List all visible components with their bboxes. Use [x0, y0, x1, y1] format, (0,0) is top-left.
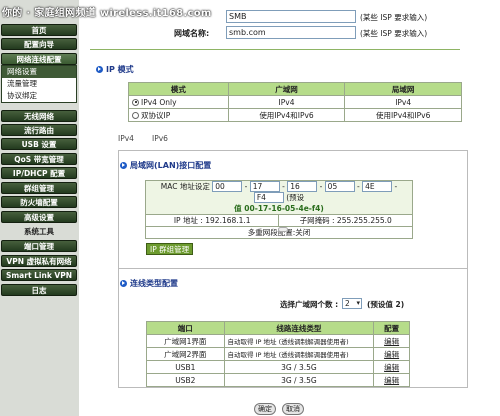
cancel-button[interactable]: 取消	[282, 403, 304, 415]
conn-type: 自动取得 IP 地址 (透线调制解调器使用者)	[223, 347, 375, 361]
subnet-mask-value: 255.255.255.0	[336, 216, 392, 225]
ip-address-label: IP 地址 :	[173, 216, 203, 225]
edit-link[interactable]: 编辑	[373, 360, 410, 374]
nav-home[interactable]: 首页	[1, 24, 77, 36]
ip-mode-col-wan: 广域网	[227, 82, 346, 96]
conn-type: 3G / 3.5G	[223, 373, 375, 387]
conn-type: 自动取得 IP 地址 (透线调制解调器使用者)	[223, 334, 375, 348]
table-row: USB2 3G / 3.5G 编辑	[146, 373, 410, 387]
tab-ipv6[interactable]: IPv6	[152, 134, 168, 143]
mac-input-5[interactable]: 4E	[362, 181, 393, 192]
ip-mode-row: IPv4 Only IPv4 IPv4	[128, 95, 462, 109]
host-name-hint: (某些 ISP 要求输入)	[360, 13, 428, 22]
edit-link[interactable]: 编辑	[373, 347, 410, 361]
domain-hint: (某些 ISP 要求输入)	[360, 29, 428, 38]
edit-link[interactable]: 编辑	[373, 334, 410, 348]
ip-mode-col-mode: 模式	[128, 82, 229, 96]
nav-ip-dhcp[interactable]: IP/DHCP 配置	[1, 167, 77, 179]
mac-input-6[interactable]: F4	[253, 192, 284, 203]
ip-mode-option-ipv4[interactable]: IPv4 Only	[128, 95, 229, 109]
ip-mode-option-label: 双协议IP	[141, 110, 171, 120]
wan-count-default: (预设值 2)	[367, 300, 405, 309]
subnav-network-settings[interactable]: 网络设置	[2, 66, 76, 78]
ip-mode-option-dual[interactable]: 双协议IP	[128, 108, 229, 122]
conn-port: 广域网1界面	[146, 334, 225, 348]
ip-mode-option-label: IPv4 Only	[141, 97, 177, 107]
divider	[90, 49, 460, 50]
domain-input[interactable]: smb.com	[226, 26, 356, 39]
conn-port: USB1	[146, 360, 225, 374]
subnav-protocol-binding[interactable]: 协议绑定	[2, 90, 76, 102]
nav-port-management[interactable]: 端口管理	[1, 240, 77, 252]
ip-mode-wan-value: IPv4	[227, 95, 346, 109]
ip-mode-col-lan: 局域网	[344, 82, 462, 96]
ip-mode-title: IP 模式	[106, 65, 134, 74]
wan-count-select[interactable]: 2	[342, 298, 362, 309]
apply-button[interactable]: 确定	[254, 403, 276, 415]
conn-port: USB2	[146, 373, 225, 387]
subnet-mask-cell: 子网掩码 : 255.255.255.0	[278, 214, 413, 227]
ip-mode-row: 双协议IP 使用IPv4和IPv6 使用IPv4和IPv6	[128, 108, 462, 122]
nav-smart-link-vpn[interactable]: Smart Link VPN	[1, 269, 77, 281]
ip-mode-table: 模式 广域网 局域网 IPv4 Only IPv4 IPv4 双协议IP 使用I…	[128, 82, 462, 122]
nav-log[interactable]: 日志	[1, 284, 77, 296]
connection-heading: 连线类型配置	[120, 278, 178, 289]
mac-input-4[interactable]: 05	[324, 181, 355, 192]
nav-system-tools[interactable]: 系统工具	[1, 226, 77, 238]
conn-type: 3G / 3.5G	[223, 360, 375, 374]
collapse-handle[interactable]	[278, 227, 288, 232]
lan-heading: 局域网(LAN)接口配置	[120, 160, 211, 171]
ip-mode-lan-value: IPv4	[344, 95, 462, 109]
mac-input-3[interactable]: 16	[287, 181, 318, 192]
lan-title: 局域网(LAN)接口配置	[130, 161, 212, 170]
table-row: 广域网1界面 自动取得 IP 地址 (透线调制解调器使用者) 编辑	[146, 334, 410, 348]
host-name-input[interactable]: SMB	[226, 10, 356, 23]
mac-default-prefix: (预设	[286, 193, 305, 202]
nav-vpn[interactable]: VPN 虚拟私有网络	[1, 255, 77, 267]
subnet-mask-label: 子网掩码 :	[299, 216, 335, 225]
nav-network-config[interactable]: 网络连线配置	[1, 53, 77, 65]
network-config-submenu: 网络设置 流量管理 协议绑定	[1, 65, 77, 103]
ip-address-cell: IP 地址 : 192.168.1.1	[144, 214, 280, 227]
nav-firewall[interactable]: 防火墙配置	[1, 196, 77, 208]
ip-mode-heading: IP 模式	[96, 64, 134, 75]
ip-group-management-button[interactable]: IP 群组管理	[146, 243, 194, 255]
domain-row: 网域名称: smb.com (某些 ISP 要求输入)	[170, 26, 427, 40]
mac-input-2[interactable]: 17	[249, 181, 280, 192]
table-row: 广域网2界面 自动取得 IP 地址 (透线调制解调器使用者) 编辑	[146, 347, 410, 361]
arrow-bullet-icon	[120, 280, 127, 287]
arrow-bullet-icon	[96, 66, 103, 73]
nav-groups[interactable]: 群组管理	[1, 182, 77, 194]
edit-link[interactable]: 编辑	[373, 373, 410, 387]
connection-table: 端口 线路连线类型 配置 广域网1界面 自动取得 IP 地址 (透线调制解调器使…	[146, 321, 410, 387]
mac-default-value: 值 00-17-16-05-4e-f4)	[234, 204, 324, 213]
conn-col-port: 端口	[146, 321, 225, 335]
watermark-text: 你的 · 家庭组网频道 wireless.it168.com	[2, 8, 212, 19]
conn-port: 广域网2界面	[146, 347, 225, 361]
mac-input-1[interactable]: 00	[212, 181, 243, 192]
radio-checked-icon[interactable]	[132, 98, 139, 106]
nav-usb[interactable]: USB 设置	[1, 138, 77, 150]
conn-col-config: 配置	[373, 321, 410, 335]
arrow-bullet-icon	[120, 162, 127, 169]
nav-setup-wizard[interactable]: 配置向导	[1, 38, 77, 50]
nav-advanced[interactable]: 高级设置	[1, 211, 77, 223]
nav-routing[interactable]: 流行路由	[1, 124, 77, 136]
nav-qos[interactable]: QoS 带宽管理	[1, 153, 77, 165]
mac-label: MAC 地址设定	[160, 182, 210, 191]
radio-unchecked-icon[interactable]	[132, 111, 139, 119]
sidebar: 首页 配置向导 网络连线配置 网络设置 流量管理 协议绑定 无线网络 流行路由 …	[0, 0, 79, 416]
mac-row: MAC 地址设定 00 - 17 - 16 - 05 - 4E - F4 (预设…	[145, 180, 413, 215]
subnav-traffic-management[interactable]: 流量管理	[2, 78, 76, 90]
ip-address-value: 192.168.1.1	[205, 216, 251, 225]
ip-mode-lan-value: 使用IPv4和IPv6	[344, 108, 462, 122]
wan-count-label: 选择广域网个数 :	[280, 300, 339, 309]
conn-col-type: 线路连线类型	[223, 321, 375, 335]
table-row: USB1 3G / 3.5G 编辑	[146, 360, 410, 374]
connection-title: 连线类型配置	[130, 279, 178, 288]
nav-wireless[interactable]: 无线网络	[1, 110, 77, 122]
domain-label: 网域名称:	[174, 29, 210, 38]
ip-mode-wan-value: 使用IPv4和IPv6	[227, 108, 346, 122]
tab-ipv4[interactable]: IPv4	[118, 134, 134, 143]
